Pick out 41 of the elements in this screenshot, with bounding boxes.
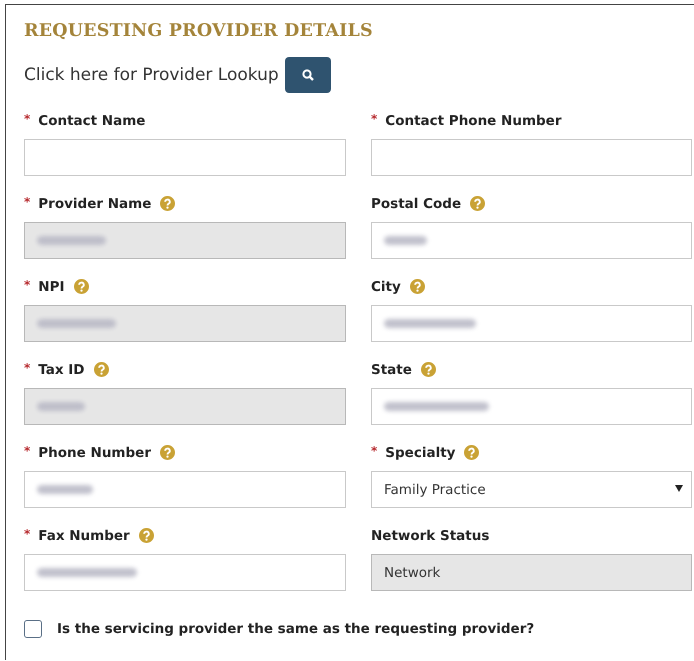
help-icon[interactable] <box>138 528 154 543</box>
search-button[interactable] <box>284 57 331 93</box>
input-field[interactable] <box>371 305 692 342</box>
help-icon[interactable] <box>160 445 175 460</box>
required-mark: * <box>24 444 30 458</box>
field-label: City <box>371 278 401 294</box>
help-icon[interactable] <box>470 196 486 211</box>
required-mark: * <box>24 278 30 292</box>
required-mark: * <box>371 444 378 458</box>
input-field[interactable] <box>371 222 692 259</box>
field-label: NPI <box>38 278 64 294</box>
field-label: State <box>371 362 412 378</box>
required-mark: * <box>24 195 30 209</box>
help-icon[interactable] <box>464 445 480 460</box>
input-field[interactable] <box>24 139 346 176</box>
field-label: Contact Phone Number <box>385 112 562 128</box>
section-title: REQUESTING PROVIDER DETAILS <box>24 21 374 43</box>
checkbox[interactable] <box>24 620 42 638</box>
search-icon <box>302 69 314 81</box>
field-label: Tax ID <box>38 362 84 378</box>
field-label: Network Status <box>371 528 490 544</box>
field-label: Phone Number <box>38 444 151 460</box>
required-mark: * <box>24 112 30 126</box>
input-field[interactable] <box>371 139 692 176</box>
field-label: Postal Code <box>371 196 462 212</box>
help-icon[interactable] <box>420 362 436 377</box>
field-label: Fax Number <box>38 528 130 544</box>
required-mark: * <box>24 527 30 541</box>
select-field[interactable]: Family Practice <box>371 471 692 508</box>
checkbox-label: Is the servicing provider the same as the requesting provider? <box>57 621 534 637</box>
required-mark: * <box>24 361 30 375</box>
required-mark: * <box>371 112 378 126</box>
field-label: Provider Name <box>38 196 152 212</box>
help-icon[interactable] <box>410 279 425 294</box>
input-field[interactable] <box>24 471 346 508</box>
input-field[interactable] <box>371 388 692 425</box>
field-label: Specialty <box>385 444 456 460</box>
lookup-link[interactable]: Click here for Provider Lookup <box>24 65 279 85</box>
field-label: Contact Name <box>38 112 146 128</box>
input-field[interactable] <box>24 554 346 591</box>
caret-icon <box>675 485 683 492</box>
